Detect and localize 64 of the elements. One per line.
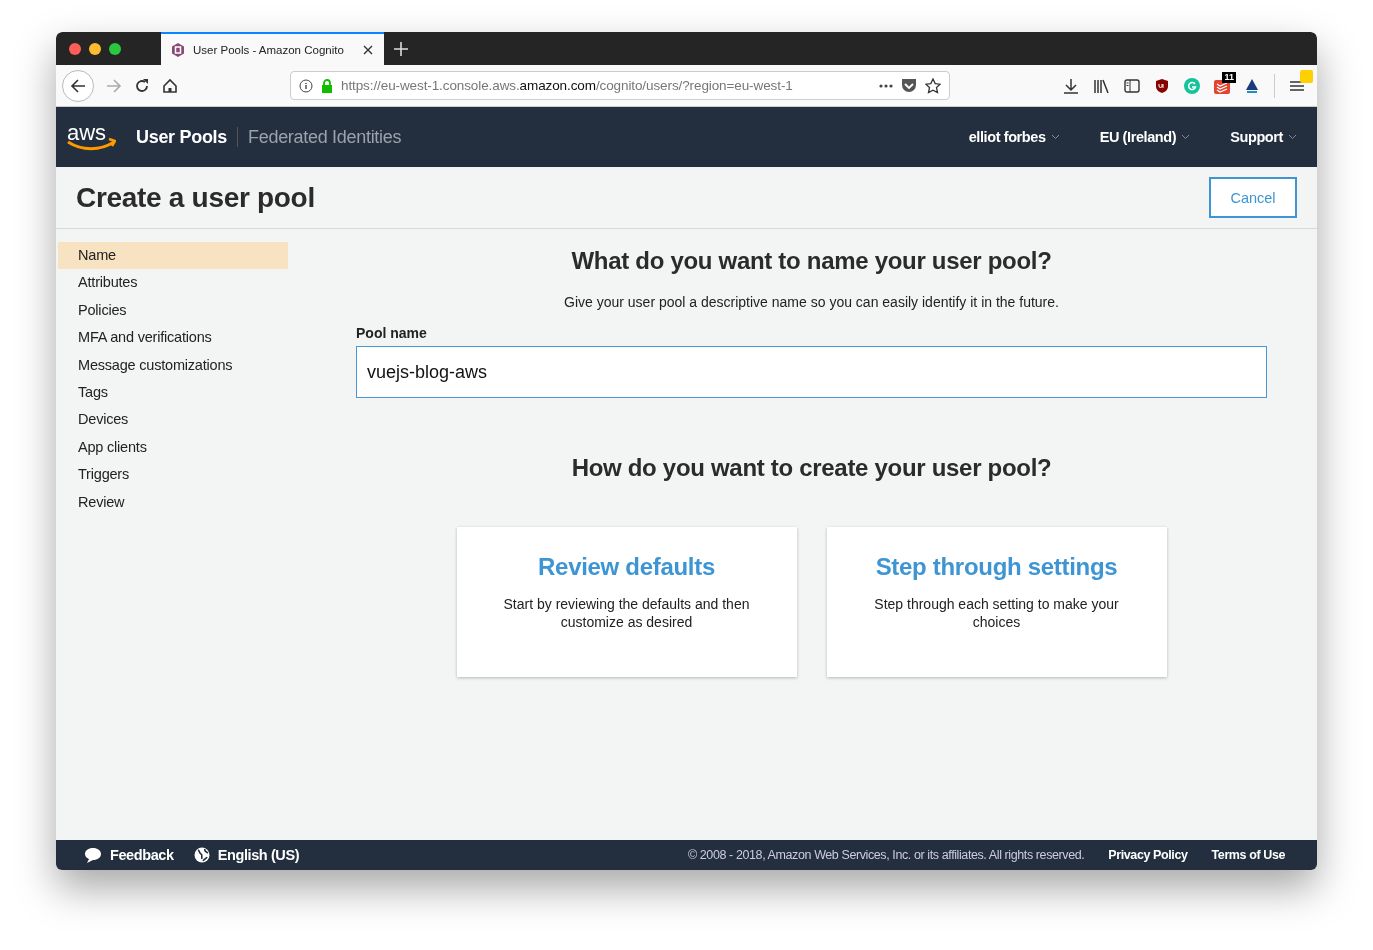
plus-icon[interactable] — [394, 41, 408, 56]
sidebar-item[interactable]: Attributes — [58, 269, 288, 297]
footer-link[interactable]: Privacy Policy — [1108, 848, 1188, 862]
language-selector[interactable]: English (US) — [217, 847, 300, 863]
aws-logo[interactable]: aws — [66, 120, 116, 154]
chevron-down-icon — [1050, 134, 1060, 140]
option-card[interactable]: Step through settings Step through each setting to make your choices — [826, 527, 1167, 677]
close-icon[interactable] — [362, 43, 374, 56]
option-card[interactable]: Review defaults Start by reviewing the defaults and then customize as desired — [456, 527, 797, 677]
nav-link[interactable]: User Pools — [136, 126, 238, 148]
section-heading: How do you want to create your user pool? — [570, 454, 1053, 482]
sidebar-item[interactable]: Tags — [58, 378, 288, 407]
star-icon[interactable] — [925, 77, 941, 94]
lock-icon — [321, 78, 333, 93]
browser-tab[interactable]: User Pools - Amazon Cognito — [161, 32, 384, 65]
sidebar-item[interactable]: Triggers — [58, 461, 288, 489]
arrow-left-icon — [70, 77, 86, 94]
sidebar-item[interactable]: Devices — [58, 406, 288, 434]
menu-dropdown[interactable]: elliot forbes — [968, 129, 1060, 145]
field-label: Pool name — [356, 325, 428, 341]
menu-dropdown[interactable]: Support — [1230, 129, 1297, 145]
hexagon-logo-icon — [171, 41, 185, 58]
footer-link[interactable]: Terms of Use — [1211, 848, 1285, 862]
home-icon[interactable] — [162, 77, 178, 94]
section-description: Give your user pool a descriptive name so you can easily identify it in the future. — [563, 294, 1060, 310]
sidebar-item[interactable]: Policies — [58, 296, 288, 325]
option-title: Step through settings — [875, 553, 1118, 581]
section-heading: What do you want to name your user pool? — [570, 247, 1053, 275]
option-description: Start by reviewing the defaults and then customize as desired — [502, 595, 751, 631]
chevron-down-icon — [1288, 134, 1297, 140]
feedback-link[interactable]: Feedback — [110, 847, 174, 863]
download-icon[interactable] — [1063, 77, 1079, 94]
pool-name-field[interactable]: vuejs-blog-aws — [356, 346, 1267, 398]
sidebar-item[interactable]: App clients — [58, 433, 288, 462]
menu-dropdown[interactable]: EU (Ireland) — [1099, 129, 1191, 145]
tab-title: User Pools - Amazon Cognito — [193, 43, 345, 56]
page-title: Create a user pool — [76, 181, 315, 214]
sidebar-item[interactable]: MFA and verifications — [58, 324, 288, 352]
sidebar-item[interactable]: Message customizations — [58, 351, 288, 379]
pocket-icon[interactable] — [901, 78, 917, 93]
maximize-window-button[interactable] — [109, 42, 121, 55]
globe-icon — [193, 847, 210, 863]
notification-badge: 11 — [1222, 71, 1236, 83]
minimize-window-button[interactable] — [89, 42, 101, 55]
warning-icon — [1300, 69, 1313, 83]
close-window-button[interactable] — [69, 42, 81, 55]
more-icon[interactable] — [879, 83, 893, 88]
triangle-icon[interactable] — [1244, 77, 1260, 94]
url-text: https://eu-west-1.console.aws.amazon.com/cognito/users/?region=eu-west-1 — [341, 78, 794, 93]
shield-icon[interactable] — [1154, 77, 1170, 94]
copyright-text: © 2008 - 2018, Amazon Web Services, Inc. or its affiliates. All rights reserved. — [687, 848, 1085, 862]
speech-bubble-icon — [84, 846, 102, 864]
info-icon — [299, 78, 313, 93]
chevron-down-icon — [1181, 134, 1191, 140]
option-title: Review defaults — [538, 553, 715, 581]
back-button[interactable] — [62, 69, 94, 102]
sidebar-item[interactable]: Review — [58, 488, 288, 516]
address-bar[interactable]: https://eu-west-1.console.aws.amazon.com/cognito/users/?region=eu-west-1 — [290, 71, 950, 100]
library-icon[interactable] — [1093, 77, 1110, 94]
sidebar-icon[interactable] — [1124, 77, 1140, 94]
nav-link[interactable]: Federated Identities — [238, 126, 412, 148]
reload-icon[interactable] — [134, 77, 150, 94]
sidebar-item[interactable]: Name — [58, 242, 288, 270]
option-description: Step through each setting to make your choices — [873, 595, 1120, 631]
